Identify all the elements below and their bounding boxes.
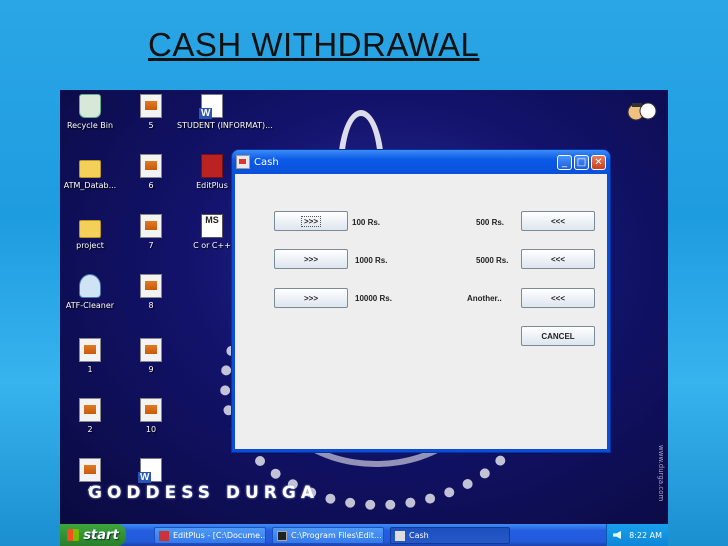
- cash-window: Cash _ □ ✕ >>> 100 Rs. 500 Rs. <<< >>> 1…: [232, 150, 610, 452]
- taskbar-item-cash[interactable]: Cash: [390, 527, 510, 544]
- task-label: C:\Program Files\Edit...: [291, 531, 382, 540]
- folder-icon: [79, 220, 101, 238]
- maximize-button[interactable]: □: [574, 154, 589, 170]
- amount-100-label: 100 Rs.: [352, 218, 381, 227]
- file-icon: [140, 154, 162, 178]
- user-avatar-icon: [627, 102, 657, 121]
- c-cpp-icon: MS: [201, 214, 223, 238]
- system-tray: 8:22 AM: [606, 524, 668, 546]
- recycle-bin-icon: [79, 94, 101, 118]
- clock: 8:22 AM: [629, 530, 662, 540]
- withdraw-5000-button[interactable]: <<<: [521, 249, 595, 269]
- close-button[interactable]: ✕: [591, 154, 606, 170]
- task-label: EditPlus - [C:\Docume...: [173, 531, 266, 540]
- withdraw-100-button[interactable]: >>>: [274, 211, 348, 231]
- amount-10000-label: 10000 Rs.: [355, 294, 392, 303]
- desktop-icon-word-doc[interactable]: [116, 458, 186, 485]
- desktop-icon-10[interactable]: 10: [116, 398, 186, 434]
- file-icon: [140, 338, 162, 362]
- withdraw-another-button[interactable]: <<<: [521, 288, 595, 308]
- java-app-icon: [395, 530, 405, 541]
- amount-500-label: 500 Rs.: [476, 218, 505, 227]
- folder-icon: [79, 160, 101, 178]
- file-icon: [140, 94, 162, 118]
- window-title: Cash: [254, 156, 279, 168]
- wallpaper-side-text: www.durga.com: [657, 445, 665, 502]
- windows-logo-icon: [67, 529, 80, 541]
- command-prompt-icon: [277, 530, 287, 541]
- window-client-area: >>> 100 Rs. 500 Rs. <<< >>> 1000 Rs. 500…: [235, 174, 607, 449]
- amount-another-label: Another..: [467, 294, 502, 303]
- desktop-icon-8[interactable]: 8: [116, 274, 186, 310]
- file-icon: [140, 214, 162, 238]
- file-icon: [140, 274, 162, 298]
- amount-5000-label: 5000 Rs.: [476, 256, 509, 265]
- desktop-icon-9[interactable]: 9: [116, 338, 186, 374]
- desktop-icon-7[interactable]: 7: [116, 214, 186, 250]
- taskbar: start EditPlus - [C:\Docume... C:\Progra…: [60, 524, 668, 546]
- withdraw-500-button[interactable]: <<<: [521, 211, 595, 231]
- word-doc-icon: [199, 94, 223, 119]
- withdraw-1000-button[interactable]: >>>: [274, 249, 348, 269]
- withdraw-10000-button[interactable]: >>>: [274, 288, 348, 308]
- file-icon: [79, 398, 101, 422]
- file-icon: [79, 338, 101, 362]
- window-titlebar[interactable]: Cash _ □ ✕: [232, 150, 610, 174]
- desktop-icon-student-info[interactable]: STUDENT (INFORMAT)...: [177, 94, 273, 130]
- taskbar-item-editplus[interactable]: EditPlus - [C:\Docume...: [154, 527, 266, 544]
- amount-1000-label: 1000 Rs.: [355, 256, 388, 265]
- start-label: start: [83, 527, 119, 543]
- speaker-icon[interactable]: [613, 531, 622, 539]
- desktop-icon-5[interactable]: 5: [116, 94, 186, 130]
- editplus-icon: [159, 530, 169, 541]
- file-icon: [140, 398, 162, 422]
- java-app-icon: [236, 155, 250, 169]
- task-label: Cash: [409, 531, 429, 540]
- slide-title: CASH WITHDRAWAL: [148, 26, 480, 63]
- taskbar-item-command-prompt[interactable]: C:\Program Files\Edit...: [272, 527, 384, 544]
- word-doc-icon: [138, 458, 162, 483]
- file-icon: [79, 458, 101, 482]
- cleaner-icon: [79, 274, 101, 298]
- cancel-button[interactable]: CANCEL: [521, 326, 595, 346]
- button-label: >>>: [300, 215, 322, 227]
- desktop-icon-6[interactable]: 6: [116, 154, 186, 190]
- start-button[interactable]: start: [60, 524, 126, 546]
- editplus-icon: [201, 154, 223, 178]
- wallpaper-banner: GODDESS DURGA: [88, 483, 319, 503]
- minimize-button[interactable]: _: [557, 154, 572, 170]
